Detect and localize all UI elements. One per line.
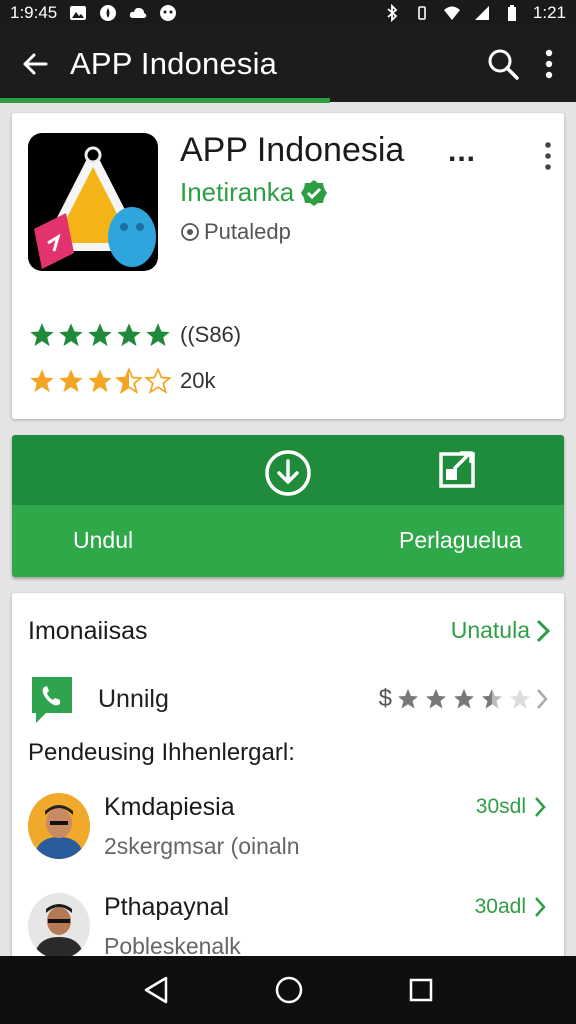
wifi-icon: [443, 6, 460, 20]
star-icon: [59, 369, 83, 393]
star-half-icon: [115, 367, 143, 395]
avatar: [28, 793, 90, 859]
nav-back-icon[interactable]: [142, 975, 170, 1005]
back-button[interactable]: [0, 49, 70, 79]
nav-recents-icon[interactable]: [408, 977, 434, 1003]
star-half-icon: [482, 689, 502, 709]
section-more-link[interactable]: Unatula: [451, 617, 550, 644]
section-more-label: Unatula: [450, 617, 530, 643]
rating-stars: [28, 321, 172, 349]
app-list-item[interactable]: Unnilg $: [28, 671, 548, 727]
vibrate-icon: [418, 6, 426, 20]
download-icon[interactable]: [264, 449, 312, 497]
status-time: 1:9:45: [10, 3, 58, 22]
star-icon: [426, 689, 446, 709]
person-name: Kmdapiesia: [104, 793, 235, 821]
notification-icon: [100, 5, 117, 21]
person-avatar-icon: [28, 893, 90, 959]
signal-icon: [474, 6, 489, 20]
review-count: 20k: [180, 368, 216, 393]
badge-label: Putaledp: [204, 219, 291, 244]
star-icon: [454, 689, 474, 709]
review-summary: 20k: [28, 367, 215, 395]
person-subtitle: 2skergmsar (oinaln: [104, 833, 300, 859]
app-logo-icon: [28, 133, 158, 271]
phone-chat-icon: [32, 677, 72, 723]
content-badge: Putaledp: [180, 219, 291, 245]
cloud-icon: [130, 7, 147, 18]
chevron-right-icon: [535, 897, 546, 917]
battery-icon: [507, 5, 516, 21]
share-icon[interactable]: [438, 449, 478, 489]
status-bar: 1:9:45 1:21: [0, 0, 576, 26]
system-nav-bar: [0, 956, 576, 1024]
face-icon: [160, 5, 177, 21]
bluetooth-icon: [387, 4, 398, 22]
image-icon: [70, 6, 87, 20]
chevron-right-icon: [535, 797, 546, 817]
page-title: APP Indonesia: [70, 46, 278, 81]
rating-summary: ((S86): [28, 321, 241, 349]
star-icon: [88, 323, 112, 347]
card-menu-icon[interactable]: [544, 141, 552, 171]
star-icon: [117, 323, 141, 347]
person-meta-label: 30adl: [474, 895, 526, 918]
chevron-right-icon: [537, 689, 548, 709]
person-name: Pthapaynal: [104, 893, 230, 921]
action-panel: Undul Perlaguelua: [12, 435, 564, 577]
loading-progress-bar: [0, 98, 330, 103]
star-outline-icon: [144, 367, 172, 395]
app-icon[interactable]: [28, 133, 158, 271]
app-name: APP Indonesia: [180, 131, 405, 169]
app-bar: APP Indonesia: [0, 26, 576, 102]
app-header-card: APP Indonesia ... Inetiranka Putaledp ((…: [12, 113, 564, 419]
person-meta-label: 30sdl: [475, 795, 526, 818]
star-icon: [146, 323, 170, 347]
install-button[interactable]: Undul: [73, 527, 133, 554]
person-meta: 30sdl: [476, 795, 546, 819]
review-stars: [28, 367, 172, 395]
nav-home-icon[interactable]: [274, 975, 304, 1005]
person-list-item[interactable]: Kmdapiesia 2skergmsar (oinaln 30sdl: [28, 789, 548, 869]
star-outline-icon: [510, 689, 530, 709]
star-icon: [88, 369, 112, 393]
avatar: [28, 893, 90, 959]
section-title: Imonaiisas: [28, 617, 148, 645]
app-price: $: [378, 685, 392, 712]
developer-name: Inetiranka: [180, 177, 295, 207]
star-icon: [30, 369, 54, 393]
chevron-right-icon: [536, 619, 550, 642]
info-icon: [181, 223, 199, 241]
star-icon: [30, 323, 54, 347]
similar-section-card: Imonaiisas Unatula Unnilg $ Pendeusing I…: [12, 593, 564, 963]
app-name-ellipsis: ...: [448, 135, 477, 168]
app-list-item-name: Unnilg: [98, 684, 169, 713]
share-button[interactable]: Perlaguelua: [399, 527, 522, 554]
developer-link[interactable]: Inetiranka: [180, 177, 328, 208]
overflow-menu-icon[interactable]: [544, 47, 554, 81]
search-icon[interactable]: [486, 47, 520, 81]
status-right-text: 1:21: [532, 3, 566, 22]
star-icon: [59, 323, 83, 347]
rating-count: ((S86): [180, 322, 242, 347]
star-icon: [398, 689, 418, 709]
arrow-back-icon: [23, 53, 48, 75]
verified-badge-icon: [301, 179, 328, 206]
person-meta: 30adl: [475, 895, 546, 919]
subsection-title: Pendeusing Ihhenlergarl:: [28, 739, 295, 766]
person-avatar-icon: [28, 793, 90, 859]
